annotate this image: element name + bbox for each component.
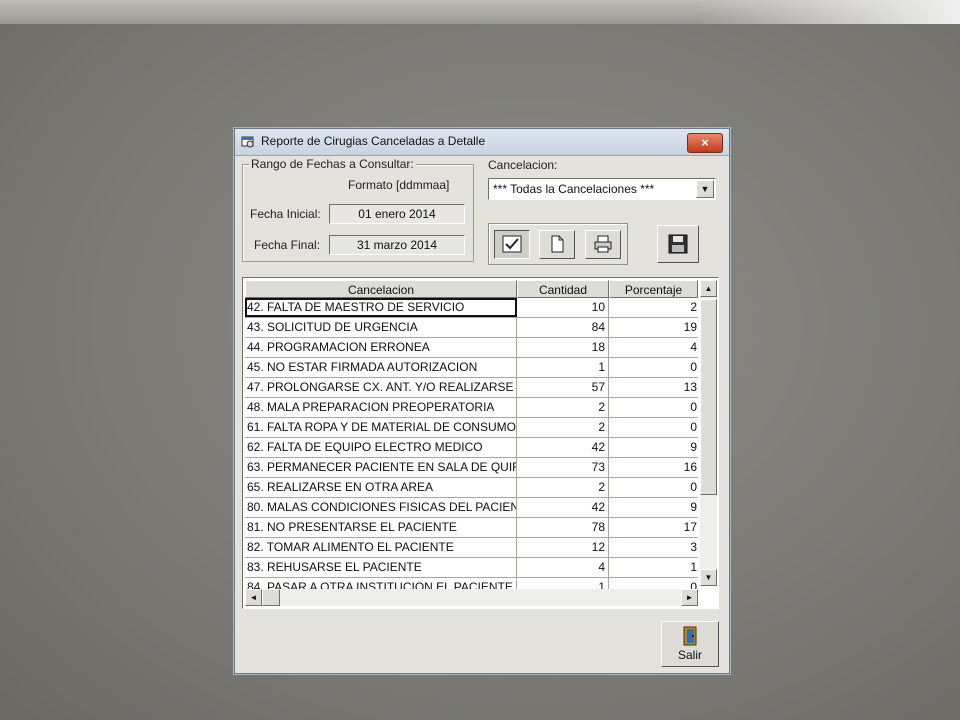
cell-porcentaje: 3 — [690, 540, 697, 554]
table-body: 42. FALTA DE MAESTRO DE SERVICIO 10 2 43. … — [245, 298, 698, 598]
cell-porcentaje: 0 — [690, 360, 697, 374]
background-window-highlight — [700, 0, 960, 24]
cell-porcentaje: 16 — [683, 460, 697, 474]
table-row[interactable]: 65. REALIZARSE EN OTRA AREA 2 0 — [245, 478, 698, 498]
cell-cancelacion: 62. FALTA DE EQUIPO ELECTRO MEDICO — [245, 438, 517, 457]
cell-cancelacion: 65. REALIZARSE EN OTRA AREA — [245, 478, 517, 497]
exit-door-icon — [683, 626, 697, 646]
date-range-legend: Rango de Fechas a Consultar: — [249, 157, 416, 171]
end-date-label: Fecha Final: — [254, 238, 321, 252]
document-icon — [551, 235, 564, 253]
scroll-down-icon[interactable]: ▼ — [700, 569, 717, 586]
cell-cancelacion: 61. FALTA ROPA Y DE MATERIAL DE CONSUMO — [245, 418, 517, 437]
cell-cancelacion: 48. MALA PREPARACION PREOPERATORIA — [245, 398, 517, 417]
cell-cantidad: 18 — [517, 338, 609, 357]
horizontal-scroll-thumb[interactable] — [262, 589, 280, 606]
printer-icon — [594, 235, 612, 253]
cancellation-table[interactable]: Cancelacion Cantidad Porcentaje 42. FALT… — [242, 277, 719, 609]
column-header-porcentaje[interactable]: Porcentaje — [609, 280, 698, 298]
cell-cantidad: 1 — [517, 358, 609, 377]
cell-cantidad: 84 — [517, 318, 609, 337]
chevron-down-icon[interactable]: ▼ — [696, 180, 714, 198]
cell-cantidad: 42 — [517, 498, 609, 517]
table-row[interactable]: 61. FALTA ROPA Y DE MATERIAL DE CONSUMO 2… — [245, 418, 698, 438]
cell-cantidad: 73 — [517, 458, 609, 477]
cell-cancelacion: 63. PERMANECER PACIENTE EN SALA DE QUIRO — [245, 458, 517, 477]
background-window-strip — [0, 0, 960, 24]
table-row[interactable]: 82. TOMAR ALIMENTO EL PACIENTE 12 3 — [245, 538, 698, 558]
cell-cancelacion: 43. SOLICITUD DE URGENCIA — [245, 318, 517, 337]
date-format-hint: Formato [ddmmaa] — [348, 178, 450, 192]
window-title: Reporte de Cirugias Canceladas a Detalle — [261, 134, 486, 148]
cell-cantidad: 42 — [517, 438, 609, 457]
cell-cantidad: 2 — [517, 398, 609, 417]
table-row[interactable]: 83. REHUSARSE EL PACIENTE 4 1 — [245, 558, 698, 578]
start-date-label: Fecha Inicial: — [250, 207, 321, 221]
cell-cancelacion: 80. MALAS CONDICIONES FISICAS DEL PACIEN… — [245, 498, 517, 517]
print-button[interactable] — [585, 230, 621, 259]
floppy-disk-icon — [668, 234, 688, 254]
scroll-right-icon[interactable]: ► — [681, 589, 698, 606]
exit-label: Salir — [677, 648, 702, 662]
exit-button[interactable]: Salir — [661, 621, 719, 667]
cell-porcentaje: 1 — [690, 560, 697, 574]
column-header-cantidad[interactable]: Cantidad — [517, 280, 609, 298]
cancel-type-select[interactable]: *** Todas la Cancelaciones *** ▼ — [488, 178, 716, 200]
date-range-group: Rango de Fechas a Consultar: Formato [dd… — [242, 157, 474, 262]
cell-cancelacion: 81. NO PRESENTARSE EL PACIENTE — [245, 518, 517, 537]
cell-porcentaje: 0 — [690, 400, 697, 414]
table-row[interactable]: 81. NO PRESENTARSE EL PACIENTE 78 17 — [245, 518, 698, 538]
table-row[interactable]: 44. PROGRAMACION ERRONEA 18 4 — [245, 338, 698, 358]
start-date-field[interactable]: 01 enero 2014 — [329, 204, 465, 224]
table-row[interactable]: 62. FALTA DE EQUIPO ELECTRO MEDICO 42 9 — [245, 438, 698, 458]
cell-porcentaje: 0 — [690, 480, 697, 494]
cell-cantidad: 4 — [517, 558, 609, 577]
report-window: Reporte de Cirugias Canceladas a Detalle… — [234, 128, 730, 674]
cell-porcentaje: 19 — [683, 320, 697, 334]
cell-porcentaje: 2 — [690, 300, 697, 314]
cell-cantidad: 2 — [517, 418, 609, 437]
table-row[interactable]: 45. NO ESTAR FIRMADA AUTORIZACION 1 0 — [245, 358, 698, 378]
cell-cancelacion: 45. NO ESTAR FIRMADA AUTORIZACION — [245, 358, 517, 377]
scroll-left-icon[interactable]: ◄ — [245, 589, 262, 606]
table-row[interactable]: 43. SOLICITUD DE URGENCIA 84 19 — [245, 318, 698, 338]
execute-button[interactable] — [494, 230, 530, 259]
cell-cantidad: 12 — [517, 538, 609, 557]
cell-cantidad: 78 — [517, 518, 609, 537]
cell-cancelacion: 47. PROLONGARSE CX. ANT. Y/O REALIZARSE — [245, 378, 517, 397]
cell-porcentaje: 13 — [683, 380, 697, 394]
end-date-field[interactable]: 31 marzo 2014 — [329, 235, 465, 255]
cancel-type-label: Cancelacion: — [488, 158, 558, 172]
save-button[interactable] — [657, 225, 699, 263]
table-row[interactable]: 63. PERMANECER PACIENTE EN SALA DE QUIRO… — [245, 458, 698, 478]
table-row[interactable]: 47. PROLONGARSE CX. ANT. Y/O REALIZARSE 5… — [245, 378, 698, 398]
title-bar[interactable]: Reporte de Cirugias Canceladas a Detalle… — [235, 129, 729, 156]
preview-button[interactable] — [539, 230, 575, 259]
check-icon — [502, 235, 522, 253]
table-row[interactable]: 80. MALAS CONDICIONES FISICAS DEL PACIEN… — [245, 498, 698, 518]
horizontal-scrollbar[interactable]: ◄ ► — [245, 589, 698, 606]
scroll-up-icon[interactable]: ▲ — [700, 280, 717, 297]
cell-cantidad: 10 — [517, 298, 609, 317]
cell-cancelacion: 42. FALTA DE MAESTRO DE SERVICIO — [245, 298, 517, 317]
cell-cantidad: 57 — [517, 378, 609, 397]
app-icon — [241, 136, 254, 148]
table-row[interactable]: 42. FALTA DE MAESTRO DE SERVICIO 10 2 — [245, 298, 698, 318]
close-button[interactable]: × — [687, 133, 723, 153]
column-header-cancelacion[interactable]: Cancelacion — [245, 280, 517, 298]
cell-porcentaje: 4 — [690, 340, 697, 354]
cell-cancelacion: 82. TOMAR ALIMENTO EL PACIENTE — [245, 538, 517, 557]
cancel-type-value: *** Todas la Cancelaciones *** — [493, 182, 655, 196]
cell-porcentaje: 9 — [690, 440, 697, 454]
cell-cantidad: 2 — [517, 478, 609, 497]
vertical-scroll-thumb[interactable] — [700, 299, 717, 495]
vertical-scrollbar[interactable]: ▲ ▼ — [700, 280, 717, 586]
cell-porcentaje: 9 — [690, 500, 697, 514]
cell-porcentaje: 17 — [683, 520, 697, 534]
cell-cancelacion: 83. REHUSARSE EL PACIENTE — [245, 558, 517, 577]
table-row[interactable]: 48. MALA PREPARACION PREOPERATORIA 2 0 — [245, 398, 698, 418]
cell-cancelacion: 44. PROGRAMACION ERRONEA — [245, 338, 517, 357]
cell-porcentaje: 0 — [690, 420, 697, 434]
